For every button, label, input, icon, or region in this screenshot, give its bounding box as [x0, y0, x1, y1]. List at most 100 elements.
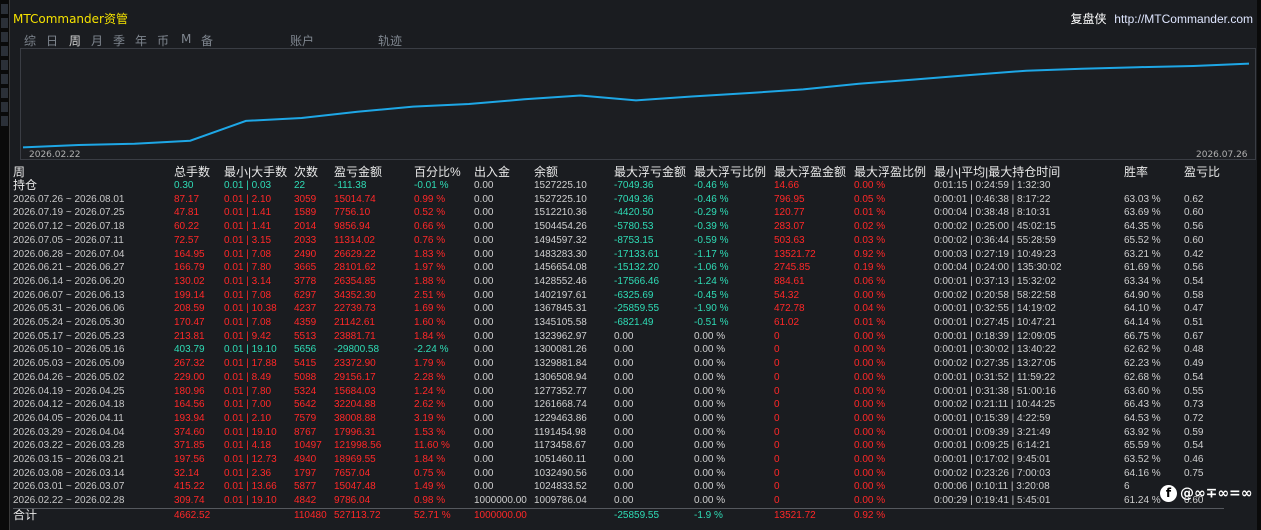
toolbar-btn[interactable]: [1, 46, 8, 56]
table-cell: 0.00: [474, 248, 494, 260]
table-row[interactable]: 2026.02.22 ~ 2026.02.28 309.74 0.01 | 19.1…: [13, 494, 1224, 508]
table-row[interactable]: 2026.06.07 ~ 2026.06.13 199.14 0.01 | 7.08…: [13, 289, 1224, 303]
table-cell: 9786.04: [334, 495, 371, 507]
column-header[interactable]: 次数: [294, 165, 334, 179]
table-row[interactable]: 2026.05.17 ~ 2026.05.23 213.81 0.01 | 9.42…: [13, 330, 1224, 344]
table-cell: -1.17 %: [694, 248, 729, 260]
table-cell: 1589: [294, 207, 317, 219]
table-cell: -0.39 %: [694, 221, 729, 233]
tab-note[interactable]: 备: [201, 32, 213, 49]
table-cell: 1229463.86: [534, 412, 587, 424]
tab-trajectory[interactable]: 轨迹: [378, 32, 402, 49]
table-cell: 0.01 | 9.42: [224, 330, 272, 342]
column-header[interactable]: 总手数: [174, 165, 224, 179]
table-cell: 0.00 %: [694, 426, 726, 438]
table-row[interactable]: 2026.07.19 ~ 2026.07.25 47.81 0.01 | 1.41 1…: [13, 206, 1224, 220]
tab-year[interactable]: 年: [135, 32, 147, 49]
column-header[interactable]: 最小|大手数: [224, 165, 294, 179]
column-header[interactable]: 最小|平均|最大持仓时间: [934, 165, 1124, 179]
toolbar-btn[interactable]: [1, 18, 8, 28]
table-cell: 63.52 %: [1124, 454, 1161, 466]
column-header[interactable]: 最大浮盈比例: [854, 165, 934, 179]
column-header[interactable]: 出入金: [474, 165, 534, 179]
table-cell: 63.92 %: [1124, 426, 1161, 438]
column-header[interactable]: 最大浮亏比例: [694, 165, 774, 179]
toolbar-btn[interactable]: [1, 74, 8, 84]
table-cell: 229.00: [174, 371, 205, 383]
table-row[interactable]: 2026.03.22 ~ 2026.03.28 371.85 0.01 | 4.18…: [13, 439, 1224, 453]
equity-chart: [20, 48, 1256, 160]
table-row[interactable]: 2026.05.31 ~ 2026.06.06 208.59 0.01 | 10.3…: [13, 302, 1224, 316]
table-cell: 2026.03.08 ~ 2026.03.14: [13, 467, 125, 479]
table-row[interactable]: 2026.03.29 ~ 2026.04.04 374.60 0.01 | 19.1…: [13, 426, 1224, 440]
table-cell: 1.24 %: [414, 385, 446, 397]
table-cell: 0.01 | 3.14: [224, 275, 272, 287]
table-cell: 10497: [294, 440, 322, 452]
table-row[interactable]: 2026.05.24 ~ 2026.05.30 170.47 0.01 | 7.08…: [13, 316, 1224, 330]
brand-link[interactable]: http://MTCommander.com: [1114, 12, 1253, 26]
column-header[interactable]: 最大浮亏金额: [614, 165, 694, 179]
table-cell: 18969.55: [334, 454, 376, 466]
table-cell: [1184, 179, 1224, 193]
table-cell: 0:00:04 | 0:38:48 | 8:10:31: [934, 207, 1051, 219]
table-cell: 0.00: [474, 358, 494, 370]
column-header[interactable]: 周: [13, 165, 174, 179]
table-row[interactable]: 2026.06.14 ~ 2026.06.20 130.02 0.01 | 3.14…: [13, 275, 1224, 289]
column-header[interactable]: 胜率: [1124, 165, 1184, 179]
table-cell: 0.00: [474, 385, 494, 397]
table-cell: 5324: [294, 385, 317, 397]
table-cell: 1329881.84: [534, 358, 587, 370]
table-cell: 1306508.94: [534, 371, 587, 383]
toolbar-btn[interactable]: [1, 116, 8, 126]
table-row[interactable]: 2026.06.28 ~ 2026.07.04 164.95 0.01 | 7.08…: [13, 248, 1224, 262]
tab-month[interactable]: 月: [91, 32, 103, 49]
toolbar-btn[interactable]: [1, 32, 8, 42]
table-row[interactable]: 2026.03.01 ~ 2026.03.07 415.22 0.01 | 13.6…: [13, 480, 1224, 494]
tab-magic[interactable]: M: [181, 32, 191, 46]
table-row[interactable]: 2026.07.12 ~ 2026.07.18 60.22 0.01 | 1.41 2…: [13, 220, 1224, 234]
table-row[interactable]: 2026.03.15 ~ 2026.03.21 197.56 0.01 | 12.7…: [13, 453, 1224, 467]
toolbar-btn[interactable]: [1, 60, 8, 70]
tab-quarter[interactable]: 季: [113, 32, 125, 49]
column-header[interactable]: 最大浮盈金额: [774, 165, 854, 179]
column-header[interactable]: 盈亏金额: [334, 165, 414, 179]
table-cell: 38008.88: [334, 412, 376, 424]
tab-currency[interactable]: 币: [157, 32, 169, 49]
table-cell: 374.60: [174, 426, 205, 438]
tab-week[interactable]: 周: [69, 32, 81, 49]
column-header[interactable]: 百分比%: [414, 165, 474, 179]
table-cell: 1277352.77: [534, 385, 587, 397]
toolbar-btn[interactable]: [1, 102, 8, 112]
table-cell: 2.51 %: [414, 289, 446, 301]
table-row[interactable]: 2026.04.19 ~ 2026.04.25 180.96 0.01 | 7.80…: [13, 385, 1224, 399]
table-cell: 28101.62: [334, 262, 376, 274]
table-cell: 21142.61: [334, 317, 375, 329]
column-header[interactable]: 盈亏比: [1184, 165, 1224, 179]
table-row[interactable]: 2026.07.26 ~ 2026.08.01 87.17 0.01 | 2.10 3…: [13, 193, 1224, 207]
tab-summary[interactable]: 综: [24, 32, 36, 49]
table-cell: 0:00:29 | 0:19:41 | 5:45:01: [934, 495, 1051, 507]
chart-end-date: 2026.07.26: [1196, 150, 1248, 160]
table-row[interactable]: 2026.04.05 ~ 2026.04.11 193.94 0.01 | 2.10…: [13, 412, 1224, 426]
table-row[interactable]: 2026.06.21 ~ 2026.06.27 166.79 0.01 | 7.80…: [13, 261, 1224, 275]
tab-day[interactable]: 日: [46, 32, 58, 49]
table-cell: 2745.85: [774, 262, 811, 274]
table-row[interactable]: 2026.05.03 ~ 2026.05.09 267.32 0.01 | 17.8…: [13, 357, 1224, 371]
toolbar-btn[interactable]: [1, 4, 8, 14]
table-cell: 0: [774, 412, 780, 424]
tab-account[interactable]: 账户: [290, 32, 314, 49]
table-cell: 66.43 %: [1124, 399, 1161, 411]
total-row[interactable]: 合计 4662.52 110480 527113.72 52.71 % 1000000.0…: [13, 507, 1224, 523]
table-cell: 0.00 %: [694, 330, 726, 342]
table-cell: 0.00: [614, 371, 634, 383]
table-cell: 0: [774, 371, 780, 383]
table-cell: [1124, 179, 1184, 193]
table-row[interactable]: 2026.07.05 ~ 2026.07.11 72.57 0.01 | 3.15 2…: [13, 234, 1224, 248]
table-row[interactable]: 2026.03.08 ~ 2026.03.14 32.14 0.01 | 2.36 1…: [13, 467, 1224, 481]
table-row[interactable]: 2026.05.10 ~ 2026.05.16 403.79 0.01 | 19.1…: [13, 343, 1224, 357]
column-header[interactable]: 余额: [534, 165, 614, 179]
table-row[interactable]: 2026.04.26 ~ 2026.05.02 229.00 0.01 | 8.49…: [13, 371, 1224, 385]
holdings-row[interactable]: 持仓 0.30 0.01 | 0.03 22 -111.38 -0.01 % 0.00 152…: [13, 179, 1224, 193]
table-row[interactable]: 2026.04.12 ~ 2026.04.18 164.56 0.01 | 7.00…: [13, 398, 1224, 412]
toolbar-btn[interactable]: [1, 88, 8, 98]
